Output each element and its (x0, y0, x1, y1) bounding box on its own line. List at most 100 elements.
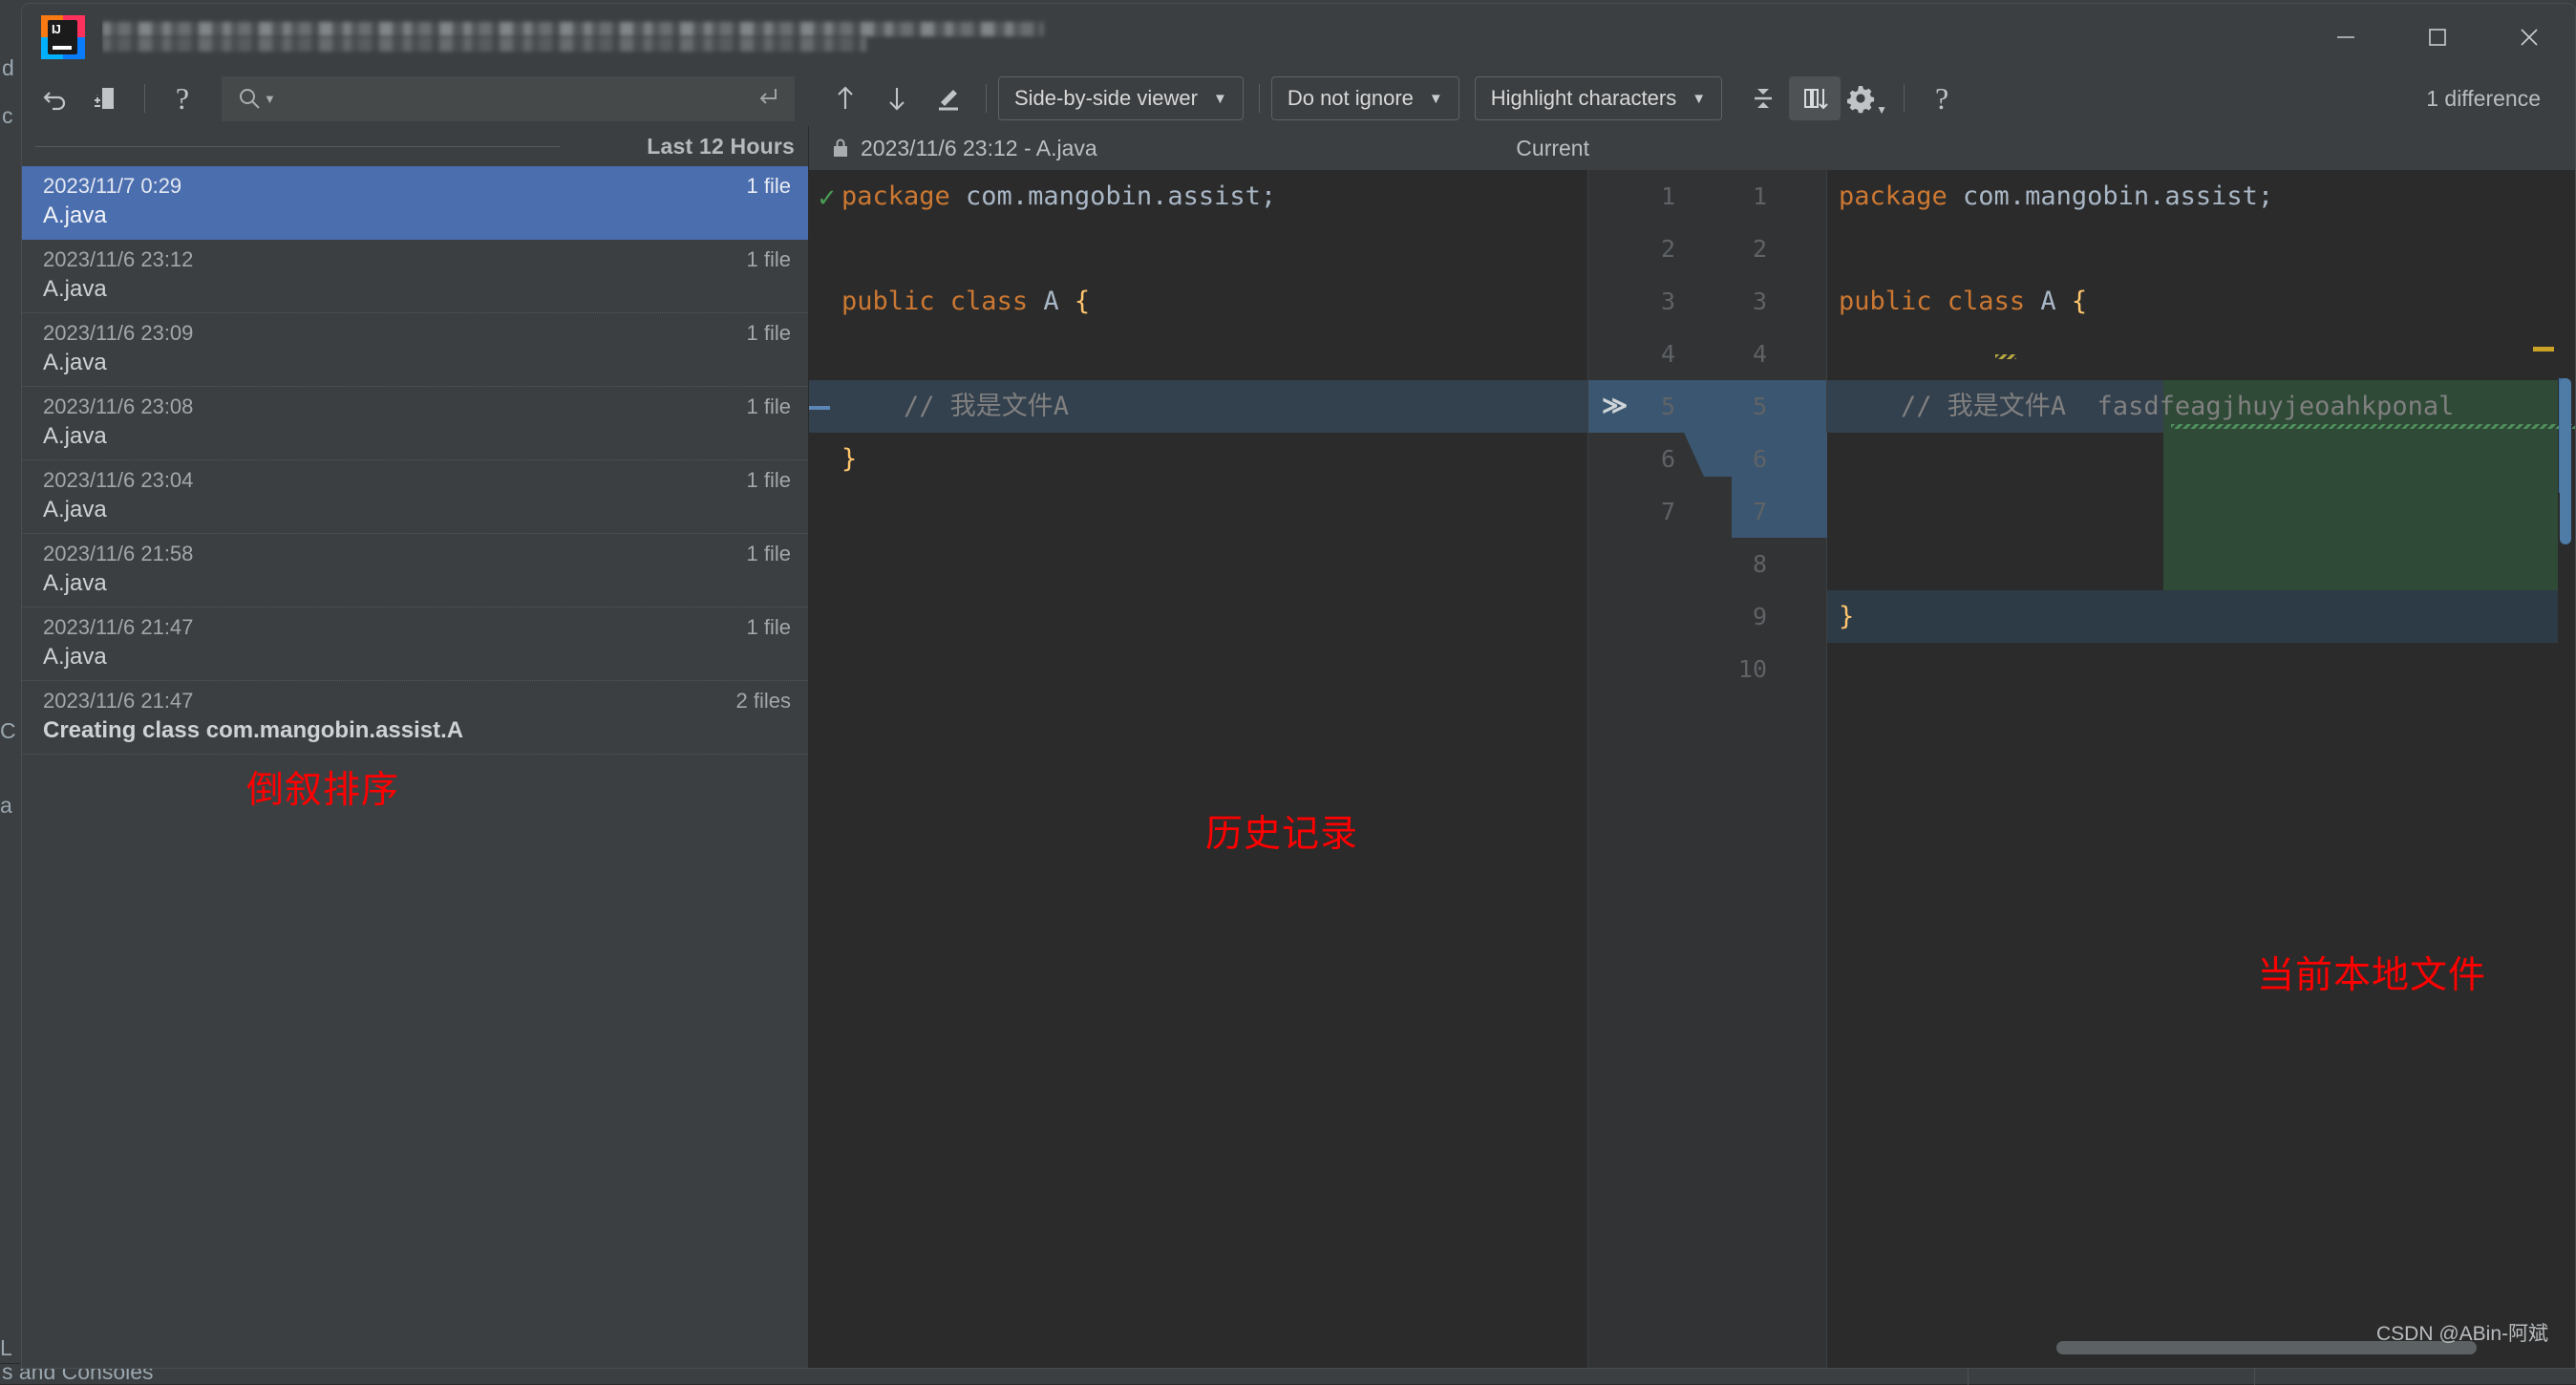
chevron-down-icon: ▼ (1429, 91, 1443, 107)
history-item-date: 2023/11/6 21:47 (22, 687, 808, 715)
history-item[interactable]: 2023/11/6 23:12A.java1 file (22, 240, 808, 313)
highlight-mode-dropdown[interactable]: Highlight characters ▼ (1475, 76, 1722, 120)
code-line (1827, 328, 2575, 380)
diff-header: 2023/11/6 23:12 - A.java Current (809, 126, 2575, 170)
code-token: { (1075, 287, 1090, 316)
collapse-unchanged-icon[interactable] (1737, 76, 1789, 120)
history-item-filecount: 1 file (747, 615, 791, 640)
revert-selection-icon[interactable] (81, 76, 133, 120)
search-icon: ▼ (236, 85, 276, 112)
history-group-label: Last 12 Hours (647, 134, 795, 160)
history-item-date: 2023/11/6 23:09 (22, 319, 808, 348)
edit-pencil-icon[interactable] (923, 76, 974, 120)
history-item-label: A.java (22, 568, 808, 599)
code-line: package com.mangobin.assist; (809, 170, 1587, 223)
difference-count: 1 difference (2426, 86, 2541, 112)
dialog-titlebar[interactable]: IJ (22, 4, 2575, 71)
annotation-current-file: 当前本地文件 (2257, 946, 2486, 999)
toolbar-divider-2 (986, 84, 987, 113)
code-line (1827, 433, 2575, 485)
ide-left-strip (0, 0, 21, 1384)
undo-icon[interactable] (30, 76, 81, 120)
bg-ghost-C: C (0, 718, 16, 744)
question-mark-icon[interactable]: ? (1916, 76, 1968, 120)
gutter-line-number: 4 (1661, 328, 1675, 380)
chevron-down-icon: ▼ (1213, 91, 1227, 107)
code-token: A (1043, 287, 1075, 316)
viewer-mode-dropdown[interactable]: Side-by-side viewer ▼ (998, 76, 1244, 120)
code-token: A (2040, 287, 2072, 316)
dialog-title-obscured (102, 16, 2300, 58)
history-item-label: A.java (22, 201, 808, 231)
toolbar-divider-1 (144, 84, 145, 113)
history-item-label: A.java (22, 274, 808, 305)
toolbar-divider-3 (1259, 84, 1260, 113)
gutter-line-number: 5 (1661, 380, 1675, 433)
dialog-body: Last 12 Hours 2023/11/7 0:29A.java1 file… (22, 126, 2575, 1368)
code-token: public (1839, 287, 1948, 316)
history-item[interactable]: 2023/11/6 23:08A.java1 file (22, 387, 808, 460)
history-item[interactable]: 2023/11/6 21:47Creating class com.mangob… (22, 681, 808, 755)
gutter-line-number: 7 (1661, 485, 1675, 538)
history-list[interactable]: 2023/11/7 0:29A.java1 file2023/11/6 23:1… (22, 166, 808, 755)
diff-editor-right[interactable]: package com.mangobin.assist; public clas… (1827, 170, 2575, 1368)
diff-left-title: 2023/11/6 23:12 - A.java (861, 136, 1097, 161)
gutter-line-number: 6 (1753, 433, 1767, 485)
whitespace-mode-dropdown[interactable]: Do not ignore ▼ (1271, 76, 1459, 120)
arrow-up-icon[interactable] (820, 76, 871, 120)
code-token: package (1839, 181, 1963, 211)
toolbar-divider-4 (1904, 84, 1905, 113)
annotation-sort-order: 倒叙排序 (246, 760, 399, 814)
intellij-idea-icon: IJ (41, 15, 85, 59)
code-line: // 我是文件A fasdfeagjhuyjeoahkponal (1827, 380, 2575, 433)
arrow-down-icon[interactable] (871, 76, 923, 120)
window-controls (2300, 4, 2575, 71)
history-item-filecount: 1 file (747, 247, 791, 272)
history-item[interactable]: 2023/11/6 23:09A.java1 file (22, 313, 808, 387)
enter-key-icon[interactable] (754, 83, 780, 115)
gutter-line-number: 8 (1753, 538, 1767, 590)
gutter-band-new (1732, 433, 1827, 538)
gutter-line-number: 10 (1738, 643, 1767, 695)
bg-ghost-a: a (0, 793, 12, 819)
code-line: } (809, 433, 1587, 485)
history-item-label: A.java (22, 495, 808, 525)
csdn-watermark: CSDN @ABin-阿斌 (2376, 1318, 2548, 1347)
code-token: com.mangobin.assist; (1963, 181, 2273, 211)
code-line (809, 223, 1587, 275)
help-icon[interactable]: ? (157, 76, 208, 120)
search-field[interactable]: ▼ (222, 76, 795, 121)
gutter-line-number: 7 (1753, 485, 1767, 538)
close-button[interactable] (2483, 4, 2575, 71)
diff-right-title: Current (1516, 136, 1589, 161)
history-item-label: Creating class com.mangobin.assist.A (22, 715, 808, 746)
gutter-line-number: 2 (1753, 223, 1767, 275)
gear-icon[interactable]: ▼ (1841, 76, 1892, 120)
minimize-button[interactable] (2300, 4, 2392, 71)
code-token: } (1839, 602, 1854, 631)
synchronize-scroll-icon[interactable] (1789, 76, 1841, 120)
code-line: // 我是文件A (809, 380, 1587, 433)
local-history-dialog: IJ (21, 3, 2576, 1369)
maximize-button[interactable] (2392, 4, 2483, 71)
history-item[interactable]: 2023/11/6 21:47A.java1 file (22, 607, 808, 681)
chevron-accept-icon[interactable]: ≫ (1602, 380, 1628, 433)
diff-gutter: ≫ 1234567 12345678910 (1588, 170, 1827, 1368)
code-line: } (1827, 590, 2575, 643)
code-line (1827, 538, 2575, 590)
history-item-filecount: 2 files (736, 689, 791, 714)
history-item[interactable]: 2023/11/7 0:29A.java1 file (22, 166, 808, 240)
bg-ghost-L: L (0, 1335, 12, 1361)
highlight-mode-label: Highlight characters (1491, 86, 1676, 111)
code-token: class (950, 287, 1044, 316)
history-item-date: 2023/11/6 21:58 (22, 540, 808, 568)
diff-right-code: package com.mangobin.assist; public clas… (1827, 170, 2575, 695)
history-item-date: 2023/11/6 21:47 (22, 613, 808, 642)
code-token: // 我是文件A (1839, 392, 2066, 421)
diff-editor-left[interactable]: ✓ package com.mangobin.assist; public cl… (809, 170, 1588, 1368)
history-item-filecount: 1 file (747, 468, 791, 493)
history-item[interactable]: 2023/11/6 23:04A.java1 file (22, 460, 808, 534)
search-input[interactable] (286, 87, 754, 110)
history-item[interactable]: 2023/11/6 21:58A.java1 file (22, 534, 808, 607)
gutter-line-number: 1 (1753, 170, 1767, 223)
